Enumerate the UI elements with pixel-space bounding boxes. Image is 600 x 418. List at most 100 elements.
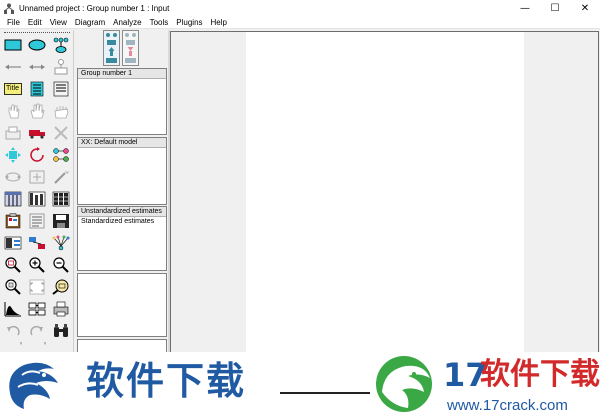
watermark-url: www.17crack.com — [447, 397, 568, 414]
bayesian-estimation-button[interactable] — [3, 299, 23, 319]
text-output-button[interactable] — [27, 211, 47, 231]
arrow-left-icon — [5, 64, 21, 70]
zoom-selected-area-button[interactable] — [3, 255, 23, 275]
toolbox-scroll-indicator: ᵛ — [20, 342, 22, 348]
menu-view[interactable]: View — [46, 18, 71, 27]
deselect-all-objects-button[interactable] — [51, 101, 71, 121]
rotate-icon — [30, 147, 44, 162]
zoom-out-button[interactable] — [51, 255, 71, 275]
copy-to-clipboard-button[interactable] — [3, 211, 23, 231]
list-item[interactable]: Group number 1 — [78, 69, 166, 79]
close-button[interactable]: ✕ — [570, 0, 600, 17]
object-properties-button[interactable] — [3, 233, 23, 253]
drag-properties-icon — [29, 237, 45, 249]
menu-bar: File Edit View Diagram Analyze Tools Plu… — [0, 17, 600, 29]
list-variables-icon — [30, 81, 44, 97]
view-page-button[interactable] — [3, 277, 23, 297]
erase-objects-button[interactable] — [51, 123, 71, 143]
menu-analyze[interactable]: Analyze — [109, 18, 145, 27]
change-shape-button[interactable] — [3, 145, 23, 165]
figure-caption-button[interactable]: Title — [3, 79, 23, 99]
rectangle-icon — [4, 39, 22, 51]
undo-button[interactable] — [3, 321, 23, 341]
distribution-icon — [4, 302, 21, 317]
list-item[interactable]: Standardized estimates — [78, 217, 166, 226]
app-logo-icon — [3, 3, 15, 15]
clipboard-icon — [5, 213, 21, 229]
menu-file[interactable]: File — [3, 18, 24, 27]
dataset-variables-icon — [53, 81, 69, 97]
calculate-estimates-button[interactable] — [51, 189, 71, 209]
move-objects-button[interactable] — [27, 123, 47, 143]
maximize-button[interactable]: ☐ — [540, 0, 570, 17]
touch-up-variable-button[interactable] — [51, 167, 71, 187]
object-properties-icon — [4, 236, 22, 250]
files-list[interactable] — [77, 339, 167, 352]
hand-grab-icon — [54, 106, 69, 119]
shape-change-icon — [5, 147, 21, 163]
truck-icon — [29, 130, 45, 139]
drawing-area[interactable] — [170, 31, 599, 353]
ellipse-icon — [28, 39, 46, 51]
menu-tools[interactable]: Tools — [146, 18, 173, 27]
menu-diagram[interactable]: Diagram — [71, 18, 109, 27]
specification-search-button[interactable] — [51, 321, 71, 341]
list-item[interactable]: Unstandardized estimates — [78, 207, 166, 217]
models-list[interactable]: XX: Default model — [77, 137, 167, 205]
menu-edit[interactable]: Edit — [24, 18, 46, 27]
groups-list[interactable]: Group number 1 — [77, 68, 167, 135]
menu-plugins[interactable]: Plugins — [172, 18, 206, 27]
draw-observed-variable-button[interactable] — [3, 35, 23, 55]
duplicate-objects-button[interactable] — [3, 123, 23, 143]
magnifier-button[interactable] — [51, 277, 71, 297]
reflect-indicators-button[interactable] — [51, 145, 71, 165]
watermark-left-text: 软件下载 — [86, 359, 247, 403]
estimates-list[interactable]: Unstandardized estimates Standardized es… — [77, 206, 167, 271]
minimize-button[interactable]: — — [510, 0, 540, 17]
move-parameter-values-button[interactable] — [3, 167, 23, 187]
list-variables-in-model-button[interactable] — [27, 79, 47, 99]
copy-machine-icon — [5, 126, 21, 140]
parameter-move-icon — [5, 172, 21, 182]
toolbox: Title ᵛ ᵛ — [0, 30, 74, 352]
output-diagram-view-icon[interactable] — [122, 30, 139, 66]
unique-variable-icon — [54, 59, 68, 75]
diagram-page[interactable] — [246, 32, 524, 352]
draw-covariance-button[interactable] — [27, 57, 47, 77]
draw-unobserved-variable-button[interactable] — [27, 35, 47, 55]
redo-button[interactable] — [27, 321, 47, 341]
drag-properties-button[interactable] — [27, 233, 47, 253]
calculate-icon — [52, 191, 70, 207]
rotate-indicators-button[interactable] — [27, 145, 47, 165]
save-diagram-button[interactable] — [51, 211, 71, 231]
menu-help[interactable]: Help — [207, 18, 231, 27]
symmetry-icon — [52, 235, 70, 251]
latent-indicator-icon — [53, 37, 69, 53]
printer-icon — [53, 301, 69, 317]
select-all-objects-button[interactable] — [27, 101, 47, 121]
properties-grid-icon — [28, 191, 46, 207]
select-data-files-button[interactable] — [3, 189, 23, 209]
path-diagram-view-toggle[interactable] — [103, 30, 141, 66]
zoom-out-icon — [53, 257, 69, 273]
toolbox-scroll-indicator: ᵛ — [44, 342, 46, 348]
print-diagram-button[interactable] — [51, 299, 71, 319]
preserve-symmetries-button[interactable] — [51, 233, 71, 253]
reposition-diagram-button[interactable] — [27, 167, 47, 187]
draw-unique-variable-button[interactable] — [51, 57, 71, 77]
draw-latent-indicator-button[interactable] — [51, 35, 71, 55]
multiple-group-analysis-button[interactable] — [27, 299, 47, 319]
list-variables-in-dataset-button[interactable] — [51, 79, 71, 99]
analysis-properties-button[interactable] — [27, 189, 47, 209]
computation-summary-list[interactable] — [77, 273, 167, 337]
title-bar: Unnamed project : Group number 1 : Input… — [0, 0, 600, 17]
zoom-in-button[interactable] — [27, 255, 47, 275]
draw-path-button[interactable] — [3, 57, 23, 77]
watermark-rule — [280, 392, 370, 394]
hand-open-icon — [30, 103, 45, 119]
toolbox-divider — [4, 32, 70, 33]
select-one-object-button[interactable] — [3, 101, 23, 121]
input-diagram-view-icon[interactable] — [103, 30, 120, 66]
fit-to-page-button[interactable] — [27, 277, 47, 297]
list-item[interactable]: XX: Default model — [78, 138, 166, 148]
